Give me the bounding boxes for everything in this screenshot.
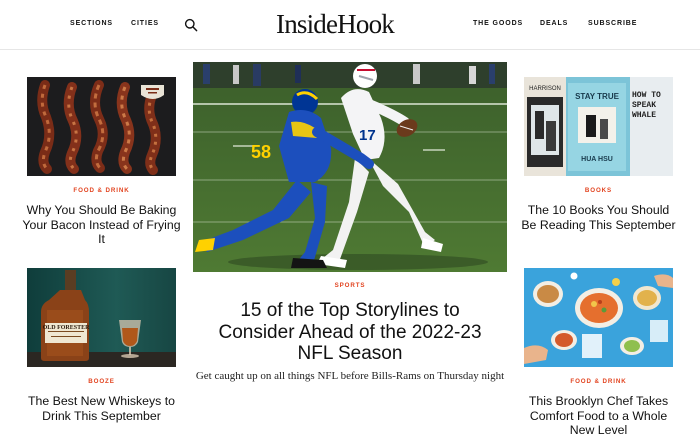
books-category-label[interactable]: BOOKS: [524, 187, 673, 194]
books-headline[interactable]: The 10 Books You Should Be Reading This …: [519, 203, 678, 232]
nfl-feature-dek: Get caught up on all things NFL before B…: [195, 370, 505, 382]
whiskey-headline[interactable]: The Best New Whiskeys to Drink This Sept…: [22, 394, 181, 423]
bacon-headline[interactable]: Why You Should Be Baking Your Bacon Inst…: [22, 203, 181, 247]
nav-the-goods-link[interactable]: THE GOODS: [473, 20, 523, 27]
search-icon[interactable]: [184, 18, 198, 32]
books-article-image[interactable]: HARRISON STAY TRUE HUA HSU HOW TO SPEAK …: [524, 77, 673, 176]
nfl-feature-headline[interactable]: 15 of the Top Storylines to Consider Ahe…: [205, 300, 495, 365]
books-cover-text-2: STAY TRUE: [575, 92, 620, 101]
nfl-category-label[interactable]: SPORTS: [193, 282, 507, 289]
books-cover-text-1: HARRISON: [529, 86, 561, 92]
nav-subscribe-link[interactable]: SUBSCRIBE: [588, 20, 637, 27]
books-cover-text-4: HOW TO SPEAK WHALE: [632, 91, 661, 120]
nav-cities-link[interactable]: CITIES: [131, 20, 159, 27]
nav-deals-link[interactable]: DEALS: [540, 20, 568, 27]
chef-headline[interactable]: This Brooklyn Chef Takes Comfort Food to…: [519, 394, 678, 437]
bacon-category-label[interactable]: FOOD & DRINK: [27, 187, 176, 194]
chef-article-image[interactable]: [524, 268, 673, 367]
whiskey-article-image[interactable]: OLD FORESTER: [27, 268, 176, 367]
site-logo[interactable]: InsideHook: [276, 9, 395, 40]
site-header: SECTIONS CITIES InsideHook THE GOODS DEA…: [0, 0, 700, 50]
chef-category-label[interactable]: FOOD & DRINK: [524, 378, 673, 385]
bills-jersey-number: 17: [359, 127, 376, 144]
whiskey-category-label[interactable]: BOOZE: [27, 378, 176, 385]
bacon-article-image[interactable]: [27, 77, 176, 176]
rams-jersey-number: 58: [251, 142, 271, 162]
books-cover-text-3: HUA HSU: [581, 156, 613, 163]
nav-sections-link[interactable]: SECTIONS: [70, 20, 113, 27]
nfl-feature-image[interactable]: 17 58: [193, 62, 507, 272]
whiskey-bottle-label: OLD FORESTER: [43, 325, 91, 331]
